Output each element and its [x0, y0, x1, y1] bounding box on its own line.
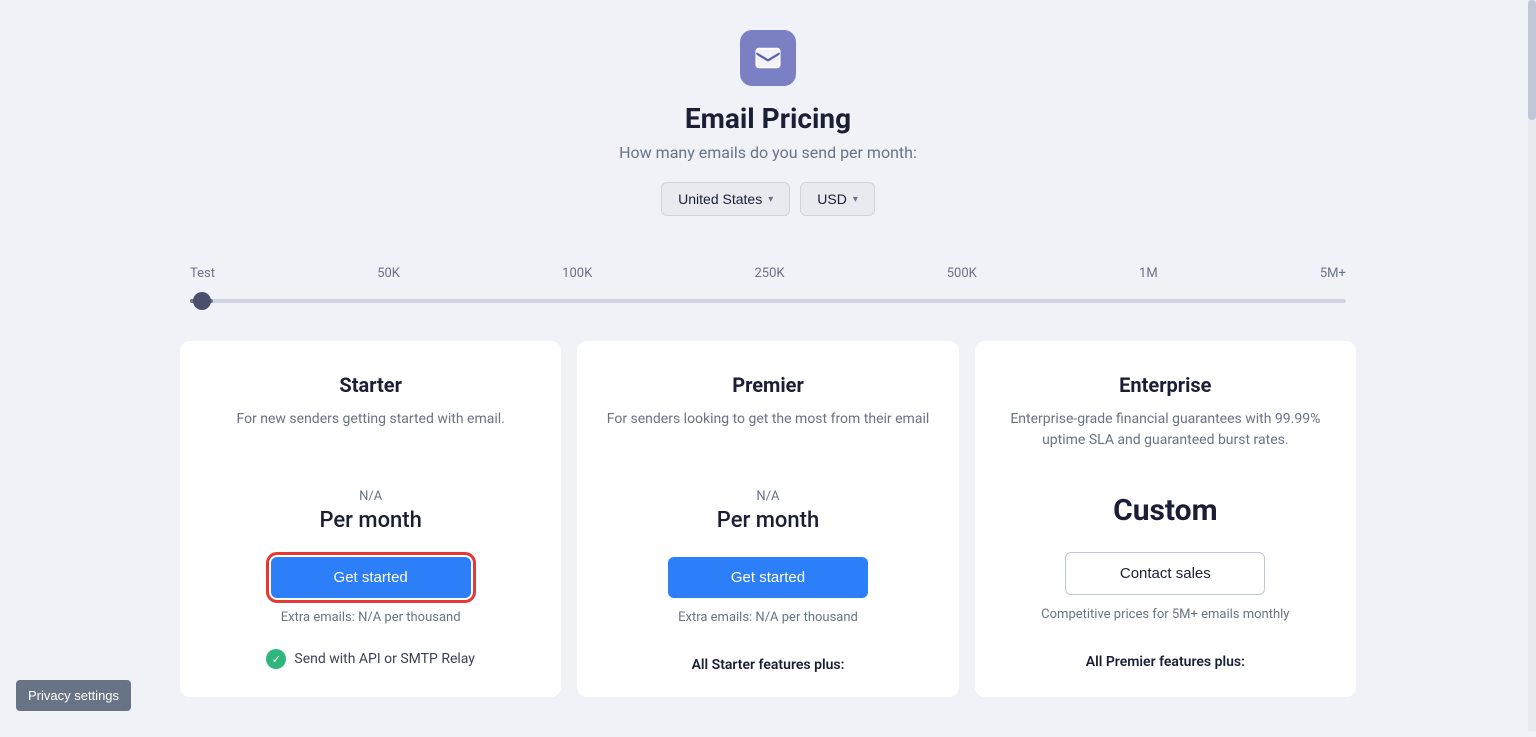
page-title: Email Pricing — [685, 102, 851, 135]
currency-selector[interactable]: USD ▾ — [800, 182, 875, 216]
country-selector[interactable]: United States ▾ — [661, 182, 790, 216]
slider-label-test: Test — [190, 266, 215, 281]
email-icon — [740, 30, 796, 86]
get-started-button-starter[interactable]: Get started — [271, 557, 471, 598]
plans-grid: Starter For new senders getting started … — [180, 341, 1356, 737]
plan-price-enterprise: Custom — [1113, 493, 1218, 528]
all-features-label-premier: All Starter features plus: — [605, 657, 930, 673]
plan-price-label-premier: N/A — [756, 489, 779, 504]
plan-price-label-starter: N/A — [359, 489, 382, 504]
slider-labels: Test 50K 100K 250K 500K 1M 5M+ — [190, 266, 1346, 281]
get-started-button-premier[interactable]: Get started — [668, 557, 868, 598]
plan-name-starter: Starter — [339, 373, 402, 397]
chevron-down-icon: ▾ — [853, 194, 858, 205]
plan-card-starter: Starter For new senders getting started … — [180, 341, 561, 697]
plan-price-starter: Per month — [319, 508, 421, 533]
feature-item-starter: ✓ Send with API or SMTP Relay — [208, 649, 533, 669]
plan-description-starter: For new senders getting started with ema… — [236, 409, 504, 469]
all-features-label-enterprise: All Premier features plus: — [1003, 654, 1328, 670]
scrollbar[interactable] — [1528, 0, 1536, 731]
scrollbar-thumb[interactable] — [1528, 0, 1536, 120]
competitive-text: Competitive prices for 5M+ emails monthl… — [1041, 607, 1289, 622]
contact-sales-button[interactable]: Contact sales — [1065, 552, 1265, 595]
plan-name-premier: Premier — [732, 373, 804, 397]
plan-price-premier: Per month — [717, 508, 819, 533]
plan-card-enterprise: Enterprise Enterprise-grade financial gu… — [975, 341, 1356, 697]
plan-description-enterprise: Enterprise-grade financial guarantees wi… — [1003, 409, 1328, 469]
slider-label-1m: 1M — [1139, 266, 1158, 281]
plan-description-premier: For senders looking to get the most from… — [607, 409, 930, 469]
slider-label-250k: 250K — [754, 266, 784, 281]
slider-label-100k: 100K — [562, 266, 592, 281]
slider-thumb[interactable] — [193, 292, 211, 310]
slider-label-500k: 500K — [947, 266, 977, 281]
extra-emails-premier: Extra emails: N/A per thousand — [678, 610, 858, 625]
slider-track[interactable] — [190, 291, 1346, 311]
check-icon: ✓ — [266, 649, 286, 669]
extra-emails-starter: Extra emails: N/A per thousand — [281, 610, 461, 625]
slider-label-5m: 5M+ — [1320, 266, 1346, 281]
pricing-subtitle: How many emails do you send per month: — [619, 143, 917, 162]
chevron-down-icon: ▾ — [768, 194, 773, 205]
pricing-header: Email Pricing How many emails do you sen… — [180, 0, 1356, 266]
selectors-row: United States ▾ USD ▾ — [661, 182, 875, 216]
plan-name-enterprise: Enterprise — [1119, 373, 1211, 397]
privacy-settings-button[interactable]: Privacy settings — [16, 680, 131, 711]
volume-slider-section: Test 50K 100K 250K 500K 1M 5M+ — [180, 266, 1356, 341]
slider-label-50k: 50K — [377, 266, 400, 281]
plan-card-premier: Premier For senders looking to get the m… — [577, 341, 958, 697]
